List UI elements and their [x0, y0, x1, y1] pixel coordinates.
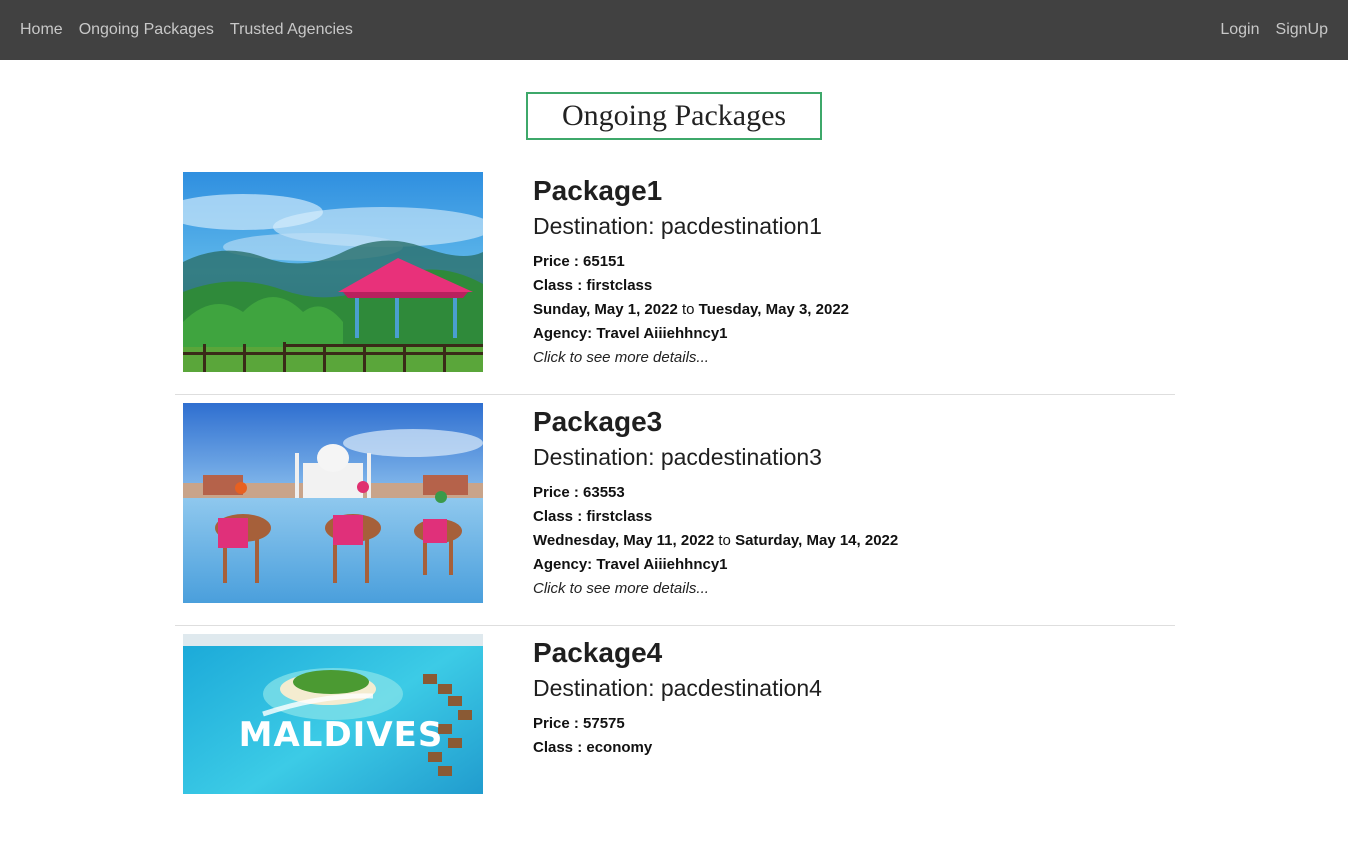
package-start-date: Sunday, May 1, 2022	[533, 301, 678, 318]
package-destination: Destination: pacdestination4	[533, 675, 822, 701]
package-more-details-link[interactable]: Click to see more details...	[533, 577, 898, 601]
package-more-details-link[interactable]: Click to see more details...	[533, 346, 849, 370]
nav-ongoing-packages-link[interactable]: Ongoing Packages	[79, 21, 214, 39]
package-price: Price : 65151	[533, 253, 625, 270]
nav-login-link[interactable]: Login	[1220, 21, 1259, 39]
package-agency: Agency: Travel Aiiiehhncy1	[533, 325, 728, 342]
page-title-wrap: Ongoing Packages	[0, 92, 1348, 140]
package-card[interactable]: Package3 Destination: pacdestination3 Pr…	[175, 395, 1175, 626]
nav-trusted-agencies-link[interactable]: Trusted Agencies	[230, 21, 353, 39]
package-destination: Destination: pacdestination3	[533, 444, 822, 470]
nav-home-link[interactable]: Home	[20, 21, 63, 39]
package-info: Package4 Destination: pacdestination4 Pr…	[533, 634, 822, 760]
package-date-separator: to	[681, 301, 695, 318]
package-destination: Destination: pacdestination1	[533, 213, 822, 239]
package-dates: Wednesday, May 11, 2022 to Saturday, May…	[533, 529, 898, 553]
maldives-image-text: MALDIVES	[239, 715, 444, 755]
package-list: Package1 Destination: pacdestination1 Pr…	[175, 164, 1175, 857]
package-info: Package1 Destination: pacdestination1 Pr…	[533, 172, 849, 370]
package-dates: Sunday, May 1, 2022 to Tuesday, May 3, 2…	[533, 298, 849, 322]
nav-signup-link[interactable]: SignUp	[1276, 21, 1328, 39]
package-class: Class : firstclass	[533, 277, 653, 294]
package-price: Price : 57575	[533, 715, 625, 732]
package-image-taj-mahal-camels[interactable]	[183, 403, 483, 603]
package-image-forest-gazebo[interactable]	[183, 172, 483, 372]
nav-right: Login SignUp	[1204, 21, 1328, 39]
package-end-date: Tuesday, May 3, 2022	[698, 301, 850, 318]
package-date-separator: to	[718, 532, 731, 549]
package-card[interactable]: MALDIVES Package4 Destination: pacdestin…	[175, 626, 1175, 857]
package-class: Class : firstclass	[533, 508, 653, 525]
nav-left: Home Ongoing Packages Trusted Agencies	[20, 21, 369, 39]
top-navbar: Home Ongoing Packages Trusted Agencies L…	[0, 0, 1348, 60]
package-agency: Agency: Travel Aiiiehhncy1	[533, 556, 728, 573]
package-name: Package3	[533, 406, 663, 437]
package-class: Class : economy	[533, 739, 653, 756]
package-start-date: Wednesday, May 11, 2022	[533, 532, 715, 549]
package-info: Package3 Destination: pacdestination3 Pr…	[533, 403, 898, 601]
package-name: Package4	[533, 637, 663, 668]
package-name: Package1	[533, 175, 663, 206]
page-title: Ongoing Packages	[526, 92, 822, 140]
package-price: Price : 63553	[533, 484, 625, 501]
package-card[interactable]: Package1 Destination: pacdestination1 Pr…	[175, 164, 1175, 395]
package-end-date: Saturday, May 14, 2022	[735, 532, 899, 549]
package-image-maldives[interactable]: MALDIVES	[183, 634, 483, 794]
